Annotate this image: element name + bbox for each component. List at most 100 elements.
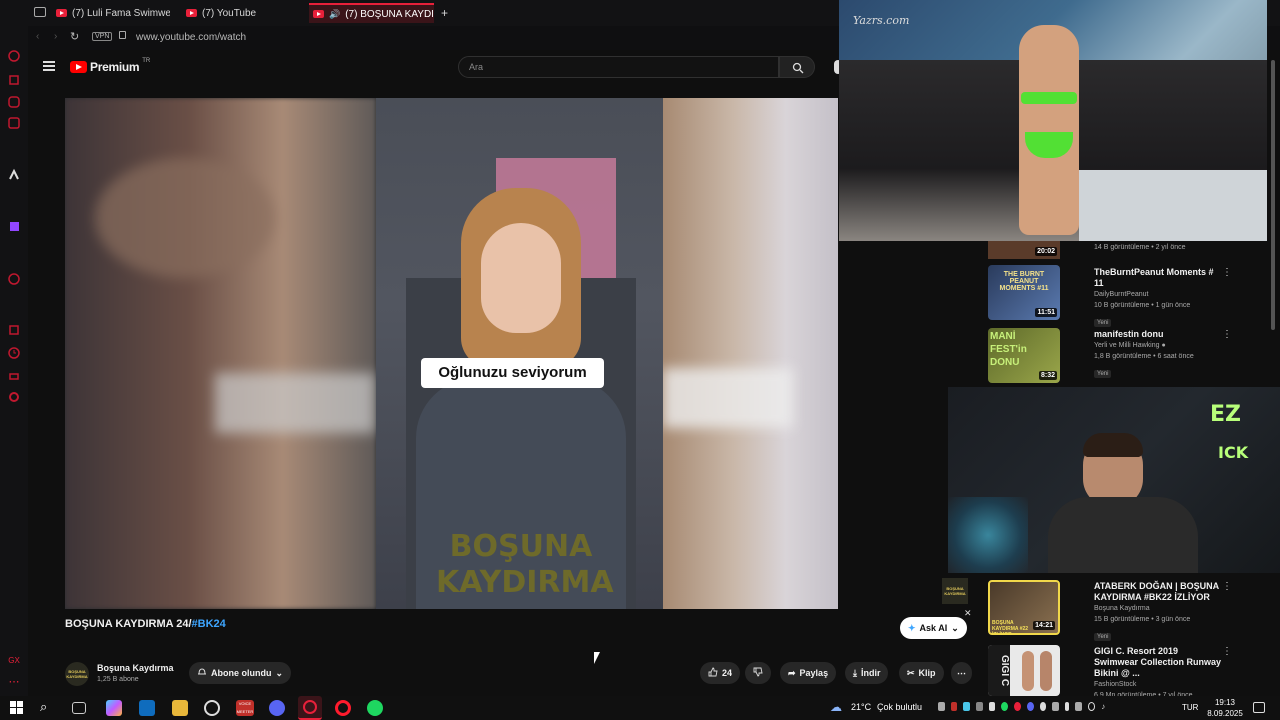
related-channel[interactable]: Yerli ve Milli Hawking ● — [1094, 340, 1224, 351]
tray-shield-icon[interactable] — [938, 702, 945, 711]
instagram-icon[interactable] — [7, 95, 21, 109]
related-thumb-1[interactable]: THE BURNT PEANUT MOMENTS #11 11:51 — [988, 265, 1060, 320]
ask-ai-button[interactable]: ✦ Ask AI ⌄ — [900, 617, 967, 639]
tab-luli-fama[interactable]: (7) Luli Fama Swimwear I — [52, 3, 170, 23]
tray-app-icon[interactable] — [1075, 702, 1083, 711]
spotify-icon[interactable] — [367, 700, 383, 716]
tray-app-icon[interactable] — [950, 702, 958, 711]
related-title[interactable]: GIGI C. Resort 2019 Swimwear Collection … — [1094, 646, 1224, 679]
more-actions-button[interactable]: ⋯ — [951, 662, 972, 684]
download-label: İndir — [860, 668, 881, 678]
youtube-favicon-icon — [56, 9, 67, 17]
tray-mic-icon[interactable] — [1064, 702, 1070, 711]
related-thumb-0[interactable]: 20:02 — [988, 241, 1060, 259]
gx-icon[interactable]: GX — [7, 654, 21, 668]
hamburger-menu-icon[interactable] — [43, 61, 55, 71]
related-channel[interactable]: Boşuna Kaydırma — [1094, 603, 1224, 614]
search-button[interactable] — [779, 56, 815, 78]
related-channel[interactable]: FashionStock — [1094, 679, 1224, 690]
sparkle-icon: ✦ — [908, 622, 916, 633]
search-icon[interactable]: ⌕ — [40, 699, 47, 715]
dislike-button[interactable] — [745, 662, 771, 684]
youtube-logo[interactable]: Premium TR — [70, 58, 150, 74]
clock-app-icon[interactable] — [204, 700, 220, 716]
file-explorer-icon[interactable] — [172, 700, 188, 716]
more-options-icon[interactable]: ⋮ — [1222, 329, 1232, 340]
copilot-icon[interactable] — [106, 700, 122, 716]
tab-youtube[interactable]: (7) YouTube — [182, 3, 292, 23]
opera-gx-taskbar-icon[interactable] — [298, 696, 322, 720]
history-icon[interactable] — [7, 346, 21, 360]
bag-icon[interactable] — [7, 72, 21, 86]
tray-opera-icon[interactable] — [1014, 702, 1021, 711]
tray-app-icon[interactable] — [988, 702, 996, 711]
notification-icon[interactable] — [1253, 702, 1265, 713]
vivaldi-icon[interactable] — [7, 168, 21, 182]
ask-ai-label: Ask AI — [919, 623, 948, 633]
clock[interactable]: 19:13 8.09.2025 — [1207, 697, 1243, 719]
weather-icon[interactable]: ☁ — [830, 700, 842, 714]
outlook-icon[interactable] — [139, 700, 155, 716]
vpn-badge[interactable]: VPN — [92, 32, 113, 41]
channel-name[interactable]: Yerli ve Milli Hawking — [1094, 342, 1160, 349]
weather-temp[interactable]: 21°C — [851, 702, 871, 712]
tray-app-icon[interactable] — [1052, 702, 1059, 711]
crypto-wallet-icon[interactable] — [7, 323, 21, 337]
speaker-icon[interactable]: 🔊 — [329, 9, 340, 20]
download-button[interactable]: ⤓ İndir — [845, 662, 889, 684]
forward-icon[interactable]: › — [54, 31, 57, 42]
video-player[interactable]: BOŞUNA KAYDIRMA Oğlunuzu seviyorum — [65, 98, 838, 609]
back-icon[interactable]: ‹ — [36, 31, 39, 42]
extensions-icon[interactable] — [7, 368, 21, 382]
tray-network-icon[interactable] — [1088, 702, 1096, 711]
more-icon[interactable]: ⋯ — [7, 675, 21, 689]
tab-menu-icon[interactable] — [34, 7, 46, 17]
opera-icon[interactable] — [335, 700, 351, 716]
related-thumb-3[interactable]: BOŞUNA KAYDIRMA #22 İZLİYOR 14:21 — [988, 580, 1060, 635]
search-input[interactable]: Ara — [458, 56, 779, 78]
tray-steam-icon[interactable] — [963, 702, 971, 711]
related-channel[interactable]: DailyBurntPeanut — [1094, 289, 1224, 300]
messenger-icon[interactable] — [7, 116, 21, 130]
more-options-icon[interactable]: ⋮ — [1222, 581, 1232, 592]
tray-volume-icon[interactable]: ♪ — [1101, 702, 1108, 711]
related-thumb-2[interactable]: MANİ FEST'in DONU 8:32 — [988, 328, 1060, 383]
tray-spotify-icon[interactable] — [1001, 702, 1009, 711]
settings-icon[interactable] — [7, 390, 21, 404]
channel-name[interactable]: Boşuna Kaydırma — [97, 663, 174, 673]
hashtag-link[interactable]: #BK24 — [192, 618, 226, 630]
url-text[interactable]: www.youtube.com/watch — [136, 32, 246, 43]
tray-discord-icon[interactable] — [1026, 702, 1034, 711]
channel-avatar[interactable]: BOŞUNA KAYDIRMA — [65, 662, 89, 686]
tab-bosuna-kaydirma[interactable]: 🔊 (7) BOŞUNA KAYDIRMA — [309, 3, 434, 23]
voicemeeter-icon[interactable]: VOICE MEETER — [236, 700, 254, 716]
person-shirt — [1048, 497, 1198, 573]
tray-app-icon[interactable] — [1039, 702, 1047, 711]
aria-icon[interactable] — [7, 49, 21, 63]
more-options-icon[interactable]: ⋮ — [1222, 267, 1232, 278]
thumb-text: GIGI C — [988, 645, 1010, 696]
related-title[interactable]: ATABERK DOĞAN | BOŞUNA KAYDIRMA #BK22 İZ… — [1094, 581, 1224, 603]
player-icon[interactable] — [7, 272, 21, 286]
thumb-text-1: MANİ — [990, 331, 1016, 342]
related-title[interactable]: TheBurntPeanut Moments # 11 — [1094, 267, 1224, 289]
more-options-icon[interactable]: ⋮ — [1222, 646, 1232, 657]
reload-icon[interactable]: ↻ — [70, 30, 79, 43]
clip-button[interactable]: ✂ Klip — [899, 662, 944, 684]
subscribed-button[interactable]: Abone olundu ⌄ — [189, 662, 292, 684]
channel-watermark-logo[interactable]: BOŞUNA KAYDIRMA — [942, 578, 968, 604]
related-thumb-4[interactable]: GIGI C — [988, 645, 1060, 696]
input-language[interactable]: TUR — [1182, 703, 1198, 712]
discord-icon[interactable] — [269, 700, 285, 716]
page-scrollbar[interactable] — [1271, 60, 1275, 330]
new-tab-button[interactable]: + — [437, 3, 451, 23]
share-button[interactable]: ➦ Paylaş — [780, 662, 837, 684]
windows-start-icon[interactable] — [10, 701, 23, 714]
tray-app-icon[interactable] — [976, 702, 983, 711]
twitch-icon[interactable] — [7, 220, 21, 234]
weather-desc[interactable]: Çok bulutlu — [877, 702, 922, 712]
like-button[interactable]: 24 — [700, 662, 741, 684]
task-view-icon[interactable] — [72, 702, 86, 714]
related-title[interactable]: manifestin donu — [1094, 329, 1224, 340]
close-icon[interactable]: ✕ — [964, 608, 972, 619]
